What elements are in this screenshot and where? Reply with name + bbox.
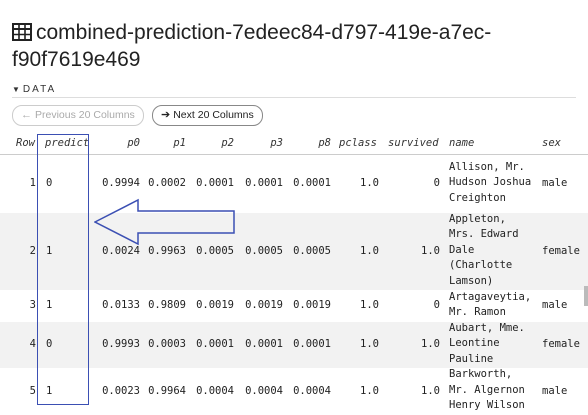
col-header-sex[interactable]: sex — [542, 137, 561, 149]
p3-cell: 0.0019 — [245, 299, 283, 311]
p8-cell: 0.0019 — [293, 299, 331, 311]
p3-cell: 0.0001 — [245, 338, 283, 350]
survived-cell: 1.0 — [421, 384, 440, 397]
previous-columns-label: Previous 20 Columns — [35, 109, 135, 121]
sex-cell: male — [542, 299, 568, 311]
p3-cell: 0.0005 — [245, 244, 283, 257]
survived-cell: 1.0 — [421, 338, 440, 350]
name-cell-line: Barkworth, — [449, 368, 513, 381]
p8-cell: 0.0005 — [293, 244, 331, 257]
name-cell-line: Mr. Ramon — [449, 306, 506, 318]
name-cell-line: Mrs. Edward — [449, 228, 519, 241]
p1-cell: 0.9964 — [148, 384, 186, 397]
p8-cell: 0.0001 — [293, 177, 331, 189]
col-header-p0[interactable]: p0 — [100, 137, 140, 149]
row-number: 2 — [29, 244, 36, 257]
row-number: 3 — [29, 299, 36, 311]
p3-cell: 0.0004 — [245, 384, 283, 397]
name-cell-line: Appleton, — [449, 212, 506, 225]
sex-cell: female — [542, 244, 580, 257]
arrow-right-icon: ➔ — [161, 109, 171, 121]
survived-cell: 0 — [433, 299, 440, 311]
p2-cell: 0.0004 — [196, 384, 234, 397]
p3-cell: 0.0001 — [245, 177, 283, 189]
p8-cell: 0.0004 — [293, 384, 331, 397]
row-number: 5 — [29, 384, 36, 397]
next-columns-label: Next 20 Columns — [173, 109, 254, 121]
col-header-p1[interactable]: p1 — [146, 137, 186, 149]
predict-column-highlight — [37, 134, 89, 405]
sex-cell: male — [542, 384, 568, 397]
p2-cell: 0.0001 — [196, 338, 234, 350]
name-cell-line: Allison, Mr. — [449, 160, 525, 173]
p1-cell: 0.9809 — [148, 299, 186, 311]
scrollbar-thumb[interactable] — [584, 286, 588, 306]
annotation-arrow-icon — [94, 198, 235, 246]
p2-cell: 0.0001 — [196, 177, 234, 189]
table-icon — [12, 22, 32, 47]
pclass-cell: 1.0 — [360, 338, 379, 350]
p0-cell: 0.0024 — [102, 244, 140, 257]
col-header-pclass[interactable]: pclass — [339, 137, 377, 149]
section-divider — [12, 97, 576, 98]
name-cell-line: Aubart, Mme. — [449, 321, 525, 334]
col-header-survived[interactable]: survived — [388, 137, 439, 149]
p0-cell: 0.9993 — [102, 338, 140, 350]
p0-cell: 0.9994 — [102, 177, 140, 189]
name-cell-line: Pauline — [449, 352, 494, 365]
p2-cell: 0.0019 — [196, 299, 234, 311]
data-section-toggle[interactable]: ▼ DATA — [12, 84, 56, 95]
row-number: 4 — [29, 338, 36, 350]
p0-cell: 0.0133 — [102, 299, 140, 311]
p1-cell: 0.0002 — [148, 177, 186, 189]
p1-cell: 0.0003 — [148, 338, 186, 350]
p8-cell: 0.0001 — [293, 338, 331, 350]
sex-cell: female — [542, 338, 580, 350]
name-cell-line: Henry Wilson — [449, 399, 525, 412]
pclass-cell: 1.0 — [360, 299, 379, 311]
arrow-left-icon: ← — [21, 109, 32, 121]
col-header-p3[interactable]: p3 — [243, 137, 283, 149]
name-cell-line: Lamson) — [449, 274, 494, 287]
survived-cell: 0 — [433, 177, 440, 189]
sex-cell: male — [542, 177, 568, 189]
p1-cell: 0.9963 — [148, 244, 186, 257]
p0-cell: 0.0023 — [102, 384, 140, 397]
row-number: 1 — [29, 177, 36, 189]
section-label: DATA — [22, 84, 57, 95]
pclass-cell: 1.0 — [360, 177, 379, 189]
col-header-p8[interactable]: p8 — [291, 137, 331, 149]
survived-cell: 1.0 — [421, 244, 440, 257]
collapse-triangle-icon: ▼ — [12, 85, 20, 94]
name-cell-line: Hudson Joshua — [449, 176, 532, 189]
previous-columns-button[interactable]: ← Previous 20 Columns — [12, 105, 144, 126]
pclass-cell: 1.0 — [360, 384, 379, 397]
name-cell-line: (Charlotte — [449, 259, 513, 272]
name-cell-line: Leontine — [449, 337, 500, 350]
col-header-p2[interactable]: p2 — [194, 137, 234, 149]
name-cell-line: Creighton — [449, 191, 506, 204]
pclass-cell: 1.0 — [360, 244, 379, 257]
col-header-row[interactable]: Row — [16, 137, 35, 149]
page-title: combined-prediction-7edeec84-d797-419e-a… — [12, 20, 582, 72]
p2-cell: 0.0005 — [196, 244, 234, 257]
name-cell-line: Mr. Algernon — [449, 383, 525, 396]
next-columns-button[interactable]: ➔ Next 20 Columns — [152, 105, 263, 126]
page-title-text: combined-prediction-7edeec84-d797-419e-a… — [12, 21, 492, 71]
name-cell-line: Dale — [449, 243, 475, 256]
col-header-name[interactable]: name — [449, 137, 474, 149]
name-cell-line: Artagaveytia, — [449, 290, 532, 303]
